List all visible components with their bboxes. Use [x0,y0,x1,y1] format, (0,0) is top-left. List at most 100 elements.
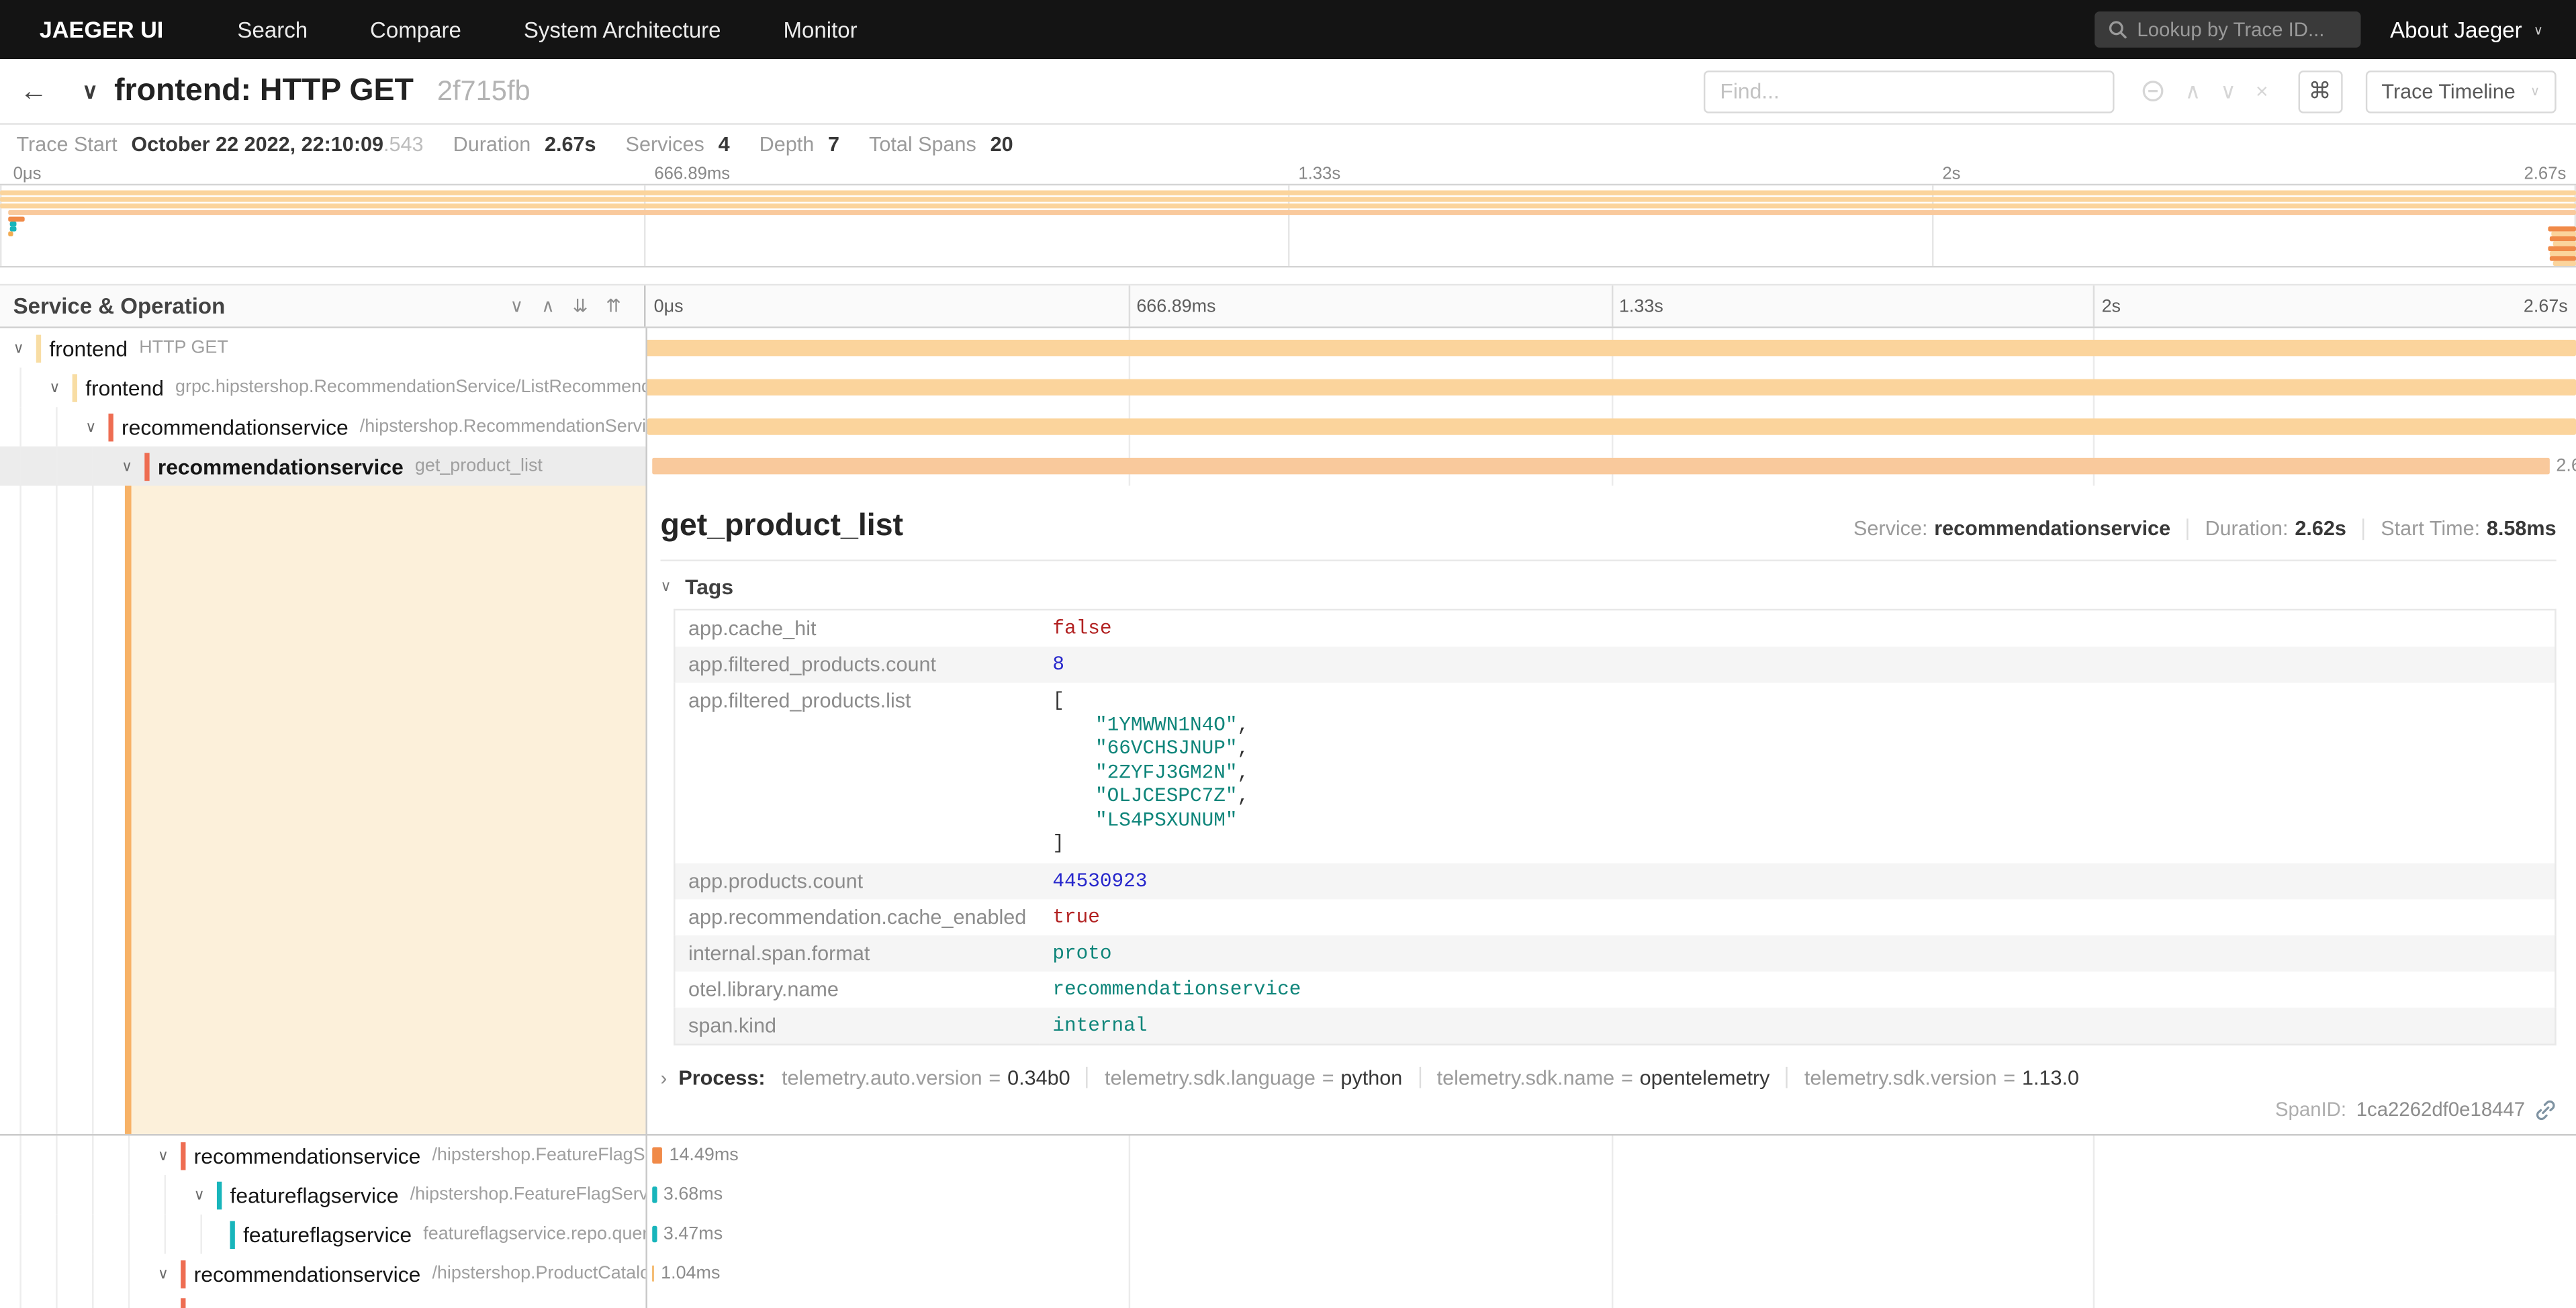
span-name-block[interactable]: ∨recommendationservice/hipstershop.Produ… [0,1260,645,1288]
divider [1419,1067,1420,1088]
back-icon[interactable]: ← [19,75,62,107]
minimap-span-line [2552,232,2576,236]
next-result-icon[interactable]: ∨ [2220,81,2236,102]
span-bar[interactable] [645,379,2576,395]
span-bar-cell[interactable]: 2.62s [645,447,2576,486]
span-name-block[interactable]: ∨recommendationservice/hipstershop.Recom… [0,413,645,441]
span-name-block[interactable]: ∨recommendationserviceget_product_list [0,452,543,480]
chevron-down-icon[interactable]: ∨ [158,1146,181,1164]
chevron-down-icon[interactable]: ∨ [122,457,144,475]
span-bar[interactable] [653,1226,657,1242]
jaeger-logo[interactable]: JAEGER UI [0,16,206,42]
tag-value: true [1040,898,2556,935]
chevron-down-icon[interactable]: ∨ [158,1264,181,1282]
json-list-item: "OLJCESPC7Z", [1052,784,2541,808]
span-bar[interactable] [652,1265,654,1281]
collapse-all-icon[interactable]: ⇊ [573,295,588,317]
span-name-cell[interactable]: ∨featureflagservice/hipstershop.FeatureF… [0,1175,645,1215]
chevron-down-icon[interactable]: ∨ [194,1186,217,1204]
duration-label: Duration: [2205,517,2288,540]
partially-visible-span-row[interactable] [0,1293,2576,1308]
keyboard-shortcuts-button[interactable]: ⌘ [2298,70,2342,113]
service-name: recommendationservice [194,1143,421,1168]
span-id-label: SpanID: [2275,1098,2346,1121]
nav-item-search[interactable]: Search [206,17,339,42]
tag-value: false [1040,610,2556,647]
collapse-one-icon[interactable]: ∨ [510,295,523,317]
span-bar-cell[interactable] [645,328,2576,368]
trace-start-label: Trace Start [16,133,117,156]
span-name-cell[interactable]: ∨recommendationservice/hipstershop.Featu… [0,1135,645,1175]
span-name-cell[interactable]: featureflagservicefeatureflagservice.rep… [0,1215,645,1254]
trace-lookup-box[interactable] [2095,11,2360,48]
nav-item-system-architecture[interactable]: System Architecture [492,17,752,42]
trace-minimap[interactable] [0,184,2576,268]
zoom-out-icon[interactable] [2141,79,2166,103]
process-value: 0.34b0 [1007,1066,1070,1088]
span-bar-cell[interactable]: 3.68ms [645,1175,2576,1215]
span-bar[interactable] [645,340,2576,356]
find-input[interactable] [1704,70,2115,113]
span-bar-cell[interactable]: 14.49ms [645,1135,2576,1175]
span-name-block[interactable]: ∨frontendHTTP GET [0,334,228,362]
tag-value: proto [1040,935,2556,971]
expand-all-icon[interactable]: ⇈ [606,295,621,317]
nav-item-compare[interactable]: Compare [339,17,493,42]
process-accordion-toggle[interactable]: › Process: telemetry.auto.version=0.34b0… [660,1066,2556,1088]
trace-lookup-input[interactable] [2137,18,2347,41]
json-bracket: ] [1052,832,2541,855]
trace-view-selector[interactable]: Trace Timeline ∨ [2365,70,2557,113]
service-color-chip [181,1260,185,1288]
minimap-tick: 0μs [13,164,42,183]
span-bar-cell[interactable]: 1.04ms [645,1254,2576,1293]
tag-key: otel.library.name [674,971,1040,1007]
span-duration-label: 2.62s [2556,456,2576,475]
minimap-span-line [2549,256,2576,261]
process-key: telemetry.sdk.name [1437,1066,1615,1088]
chevron-down-icon[interactable]: ∨ [49,378,72,396]
service-name: featureflagservice [230,1182,399,1207]
span-name-cell[interactable]: ∨recommendationservice/hipstershop.Produ… [0,1254,645,1293]
total-spans-value: 20 [991,133,1013,156]
span-bar-cell[interactable]: 3.47ms [645,1215,2576,1254]
span-bar[interactable] [647,418,2576,434]
chevron-down-icon[interactable]: ∨ [85,418,108,436]
tags-accordion-toggle[interactable]: ∨ Tags [660,574,2556,599]
start-time-value: 8.58ms [2487,517,2557,540]
column-resizer[interactable] [645,328,647,1308]
trace-services: Services 4 [626,133,730,156]
minimap-span-line [2552,261,2576,266]
about-jaeger-menu[interactable]: About Jaeger ∨ [2390,17,2543,42]
span-detail-title: get_product_list [660,509,903,545]
span-bar[interactable] [652,1147,663,1163]
span-bar[interactable] [653,1186,657,1203]
tag-key: app.filtered_products.count [674,647,1040,683]
prev-result-icon[interactable]: ∧ [2185,81,2201,102]
trace-start-value: October 22 2022, 22:10:09 [131,133,383,156]
span-bar-cell[interactable] [645,367,2576,407]
span-name-cell[interactable]: ∨frontendgrpc.hipstershop.Recommendation… [0,367,645,407]
depth-label: Depth [760,133,815,156]
collapse-header-chevron-icon[interactable]: ∨ [82,78,97,104]
span-name-block[interactable]: ∨recommendationservice/hipstershop.Featu… [0,1141,645,1170]
span-name-block[interactable]: featureflagservicefeatureflagservice.rep… [0,1220,645,1248]
span-name-cell[interactable]: ∨recommendationservice/hipstershop.Recom… [0,407,645,447]
span-name-cell[interactable]: ∨frontendHTTP GET [0,328,645,368]
span-bar[interactable] [652,458,2550,474]
tag-row: app.products.count44530923 [674,862,2555,898]
span-link-icon[interactable] [2535,1099,2557,1120]
span-bar-cell[interactable] [645,407,2576,447]
clear-search-icon[interactable]: × [2256,81,2268,102]
span-name-cell[interactable]: ∨recommendationserviceget_product_list [0,447,645,486]
operation-name: /hipstershop.ProductCatalogSer… [432,1264,645,1283]
top-navigation: JAEGER UI Search Compare System Architec… [0,0,2576,59]
process-value: 1.13.0 [2022,1066,2079,1088]
json-string-value: "1YMWWN1N4O" [1095,713,1237,736]
nav-item-monitor[interactable]: Monitor [752,17,888,42]
expand-one-icon[interactable]: ∧ [541,295,555,317]
start-time-label: Start Time: [2381,517,2480,540]
tag-key: app.recommendation.cache_enabled [674,898,1040,935]
chevron-down-icon[interactable]: ∨ [13,339,36,357]
span-name-block[interactable]: ∨frontendgrpc.hipstershop.Recommendation… [0,373,645,402]
span-name-block[interactable]: ∨featureflagservice/hipstershop.FeatureF… [0,1181,645,1209]
